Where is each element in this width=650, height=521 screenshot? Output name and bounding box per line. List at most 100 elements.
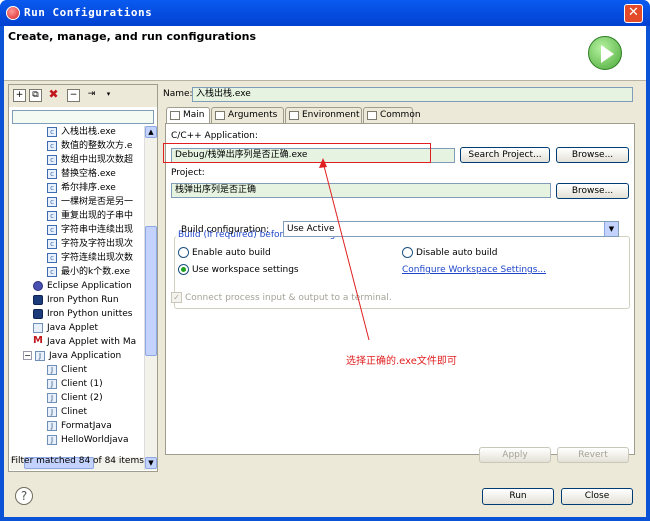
connect-terminal-label: Connect process input & output to a term… <box>185 293 392 303</box>
configure-workspace-link[interactable]: Configure Workspace Settings... <box>402 265 546 275</box>
close-window-button[interactable]: ✕ <box>624 4 643 23</box>
c-file-icon: c <box>47 154 57 165</box>
tree-item-label: Client (1) <box>61 379 103 389</box>
c-file-icon: c <box>47 224 57 235</box>
environment-icon <box>289 111 299 120</box>
tab-arguments[interactable]: Arguments <box>211 107 284 123</box>
python-icon <box>33 308 43 319</box>
c-file-icon: c <box>47 210 57 221</box>
window-title: Run Configurations <box>24 6 153 19</box>
dropdown-arrow-icon[interactable]: ▾ <box>102 89 115 102</box>
java-file-icon: J <box>47 420 57 431</box>
window-frame: Run Configurations ✕ Create, manage, and… <box>0 0 650 521</box>
tree-item-label: Eclipse Application <box>47 281 132 291</box>
tab-main[interactable]: Main <box>166 107 210 124</box>
tree-item[interactable]: Eclipse Application <box>33 280 132 294</box>
disable-auto-build-radio[interactable] <box>402 247 413 258</box>
tree-item-label: Client <box>61 365 88 375</box>
c-file-icon: c <box>47 238 57 249</box>
tab-label: Environment <box>302 110 360 120</box>
collapse-all-icon[interactable]: − <box>67 89 80 102</box>
collapse-icon[interactable]: − <box>23 351 32 360</box>
tree-vertical-scrollbar[interactable]: ▲ ▼ <box>144 126 157 470</box>
workspace-settings-label: Use workspace settings <box>192 265 299 275</box>
tree-item[interactable]: Iron Python unittes <box>33 308 132 322</box>
tree-item[interactable]: c 字符串中连续出现 <box>47 224 133 238</box>
banner-title: Create, manage, and run configurations <box>8 30 257 43</box>
build-config-select[interactable]: Use Active ▼ <box>283 221 619 237</box>
name-field[interactable]: 入栈出栈.exe <box>192 87 633 102</box>
run-button[interactable]: Run <box>482 488 554 505</box>
tree-item[interactable]: c 入栈出栈.exe <box>47 126 116 140</box>
tree-item[interactable]: J HelloWorldjava <box>47 434 128 448</box>
tab-label: Arguments <box>228 110 278 120</box>
disable-auto-build-label: Disable auto build <box>416 248 498 258</box>
app-label: C/C++ Application: <box>171 131 258 141</box>
tree-item[interactable]: Iron Python Run <box>33 294 119 308</box>
filter-input[interactable] <box>12 110 154 124</box>
tab-environment[interactable]: Environment <box>285 107 362 123</box>
tree-item[interactable]: c 字符及字符出现次 <box>47 238 133 252</box>
chevron-down-icon[interactable]: ▼ <box>604 222 618 236</box>
search-project-button[interactable]: Search Project... <box>460 147 550 163</box>
tree-item[interactable]: J Client (2) <box>47 392 103 406</box>
tree-item[interactable]: c 数值的整数次方.e <box>47 140 132 154</box>
eclipse-icon <box>33 280 43 291</box>
revert-button[interactable]: Revert <box>557 447 629 463</box>
browse-app-button[interactable]: Browse... <box>556 147 629 163</box>
duplicate-icon[interactable]: ⧉ <box>29 89 42 102</box>
tree-item-label: Java Applet with Ma <box>47 337 137 347</box>
run-icon <box>588 36 622 70</box>
filter-status: Filter matched 84 of 84 items <box>11 456 144 466</box>
common-icon <box>367 111 377 120</box>
tree-item[interactable]: c 最小的k个数.exe <box>47 266 130 280</box>
tree-item-label: 最小的k个数.exe <box>61 267 131 277</box>
java-file-icon: J <box>47 392 57 403</box>
scroll-thumb[interactable] <box>145 226 157 356</box>
tree-item-label: Java Applet <box>47 323 99 333</box>
browse-project-button[interactable]: Browse... <box>556 183 629 199</box>
help-icon[interactable]: ? <box>15 487 33 505</box>
java-app-icon: J <box>35 350 45 361</box>
enable-auto-build-radio[interactable] <box>178 247 189 258</box>
c-file-icon: c <box>47 196 57 207</box>
applet-icon <box>33 322 43 333</box>
scroll-up-icon[interactable]: ▲ <box>145 126 157 138</box>
tree-item[interactable]: c 希尔排序.exe <box>47 182 116 196</box>
tree-item-label: Iron Python unittes <box>47 309 133 319</box>
tab-label: Common <box>380 110 421 120</box>
project-field[interactable]: 栈弹出序列是否正确 <box>171 183 551 198</box>
tab-common[interactable]: Common <box>363 107 421 123</box>
tree-item-label: HelloWorldjava <box>61 435 129 445</box>
tree-item[interactable]: Java Applet <box>33 322 98 336</box>
app-icon <box>6 6 20 20</box>
scroll-down-icon[interactable]: ▼ <box>145 457 157 469</box>
delete-icon[interactable]: ✖ <box>47 88 60 102</box>
close-button[interactable]: Close <box>561 488 633 505</box>
new-configuration-icon[interactable]: + <box>13 89 26 102</box>
tree-item[interactable]: c 替换空格.exe <box>47 168 116 182</box>
java-file-icon: J <box>47 406 57 417</box>
title-bar[interactable]: Run Configurations ✕ <box>0 0 650 26</box>
tree-item-label: 替换空格.exe <box>61 169 116 179</box>
tree-item[interactable]: c 字符连续出现次数 <box>47 252 133 266</box>
apply-button[interactable]: Apply <box>479 447 551 463</box>
tree-item[interactable]: − J Java Application <box>23 350 121 364</box>
annotation-text: 选择正确的.exe文件即可 <box>346 356 457 367</box>
c-file-icon: c <box>47 182 57 193</box>
c-file-icon: c <box>47 168 57 179</box>
filter-icon[interactable]: ⇥ <box>85 89 98 102</box>
tree-item[interactable]: c 重复出现的子串中 <box>47 210 133 224</box>
workspace-settings-radio[interactable] <box>178 264 189 275</box>
tree-item[interactable]: J Client <box>47 364 87 378</box>
tree-item-label: Java Application <box>49 351 122 361</box>
arguments-icon <box>215 111 225 120</box>
tree-item[interactable]: c 一棵树是否是另一 <box>47 196 133 210</box>
tree-item[interactable]: J Clinet <box>47 406 87 420</box>
tree-item[interactable]: J Client (1) <box>47 378 103 392</box>
connect-terminal-checkbox[interactable]: ✓ <box>171 292 182 303</box>
tree-item[interactable]: c 数组中出现次数超 <box>47 154 133 168</box>
tree-item[interactable]: J FormatJava <box>47 420 112 434</box>
tree-item[interactable]: M Java Applet with Ma <box>33 335 137 350</box>
tree-item-label: 数值的整数次方.e <box>61 141 133 151</box>
